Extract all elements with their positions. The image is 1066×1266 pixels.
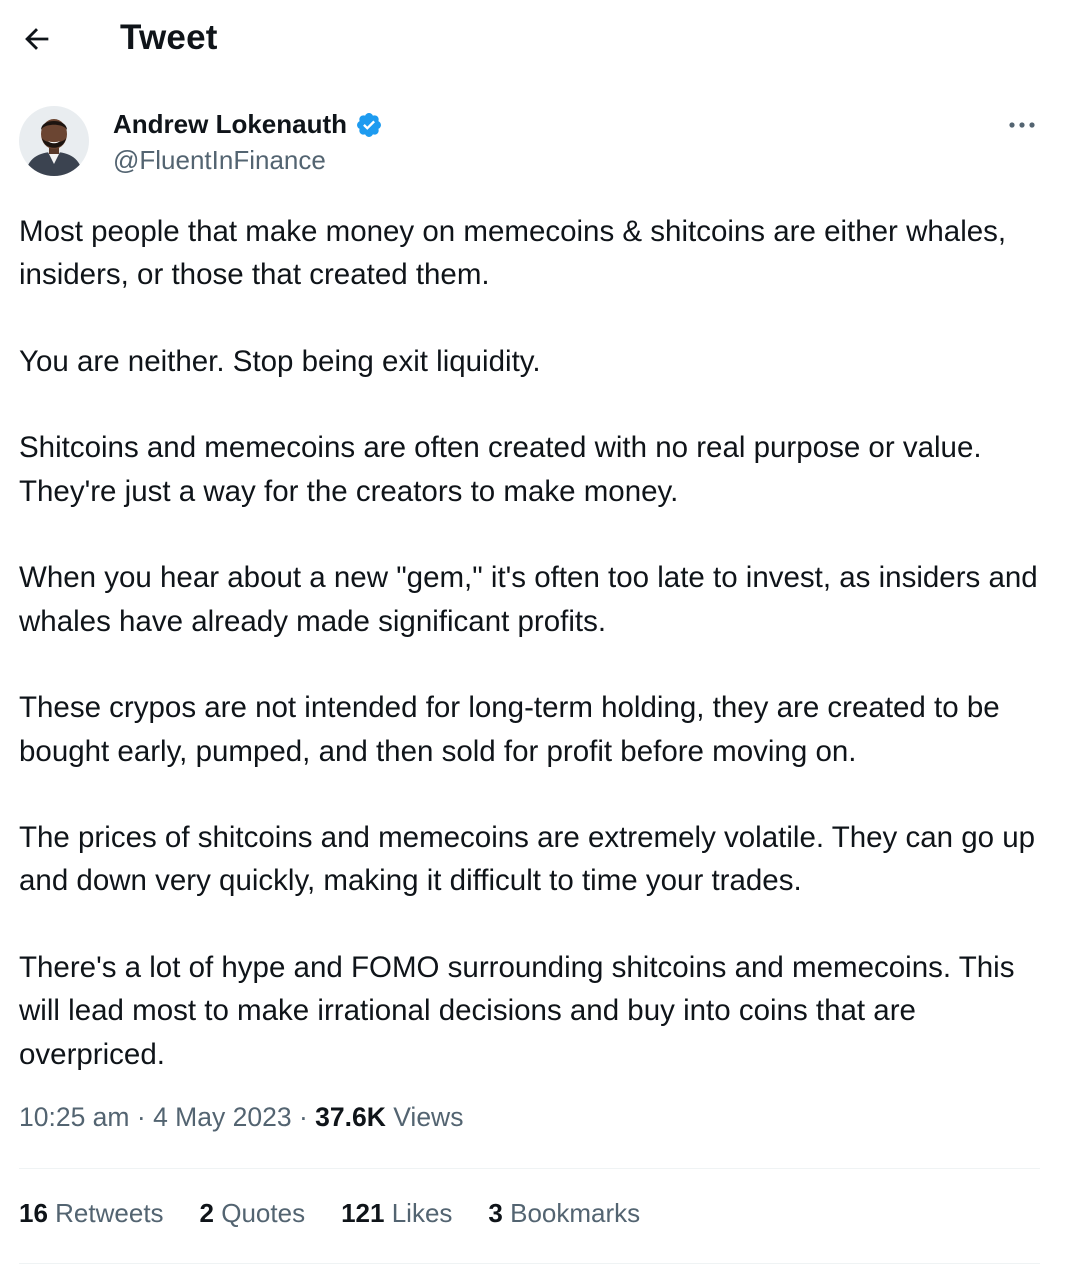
retweets-label: Retweets [55,1198,164,1228]
more-options-button[interactable] [1000,110,1044,140]
bookmarks-label: Bookmarks [510,1198,641,1228]
tweet-paragraph: When you hear about a new "gem," it's of… [19,561,1038,638]
tweet-time[interactable]: 10:25 am [19,1102,130,1132]
author-avatar[interactable] [19,106,89,176]
quotes-stat[interactable]: 2 Quotes [200,1198,306,1229]
tweet-paragraph: The prices of shitcoins and memecoins ar… [19,821,1036,898]
views-count: 37.6K [315,1102,386,1132]
meta-separator: · [136,1102,146,1132]
likes-count: 121 [341,1198,385,1228]
likes-label: Likes [391,1198,453,1228]
tweet-date[interactable]: 4 May 2023 [153,1102,291,1132]
tweet-meta: 10:25 am · 4 May 2023 · 37.6K Views [19,1102,463,1133]
author-handle[interactable]: @FluentInFinance [113,145,326,176]
top-header: Tweet [0,0,1066,80]
page-title: Tweet [120,18,218,57]
back-button[interactable] [20,22,54,56]
meta-separator: · [298,1102,308,1132]
views-label: Views [393,1102,464,1132]
tweet-paragraph: You are neither. Stop being exit liquidi… [19,344,541,378]
divider [19,1263,1040,1264]
avatar-image [19,106,89,176]
tweet-text: Most people that make money on memecoins… [19,210,1049,1076]
retweets-stat[interactable]: 16 Retweets [19,1198,164,1229]
divider [19,1168,1040,1169]
author-name-row: Andrew Lokenauth [113,109,383,140]
bookmarks-count: 3 [488,1198,503,1228]
tweet-paragraph: Most people that make money on memecoins… [19,215,1007,292]
bookmarks-stat[interactable]: 3 Bookmarks [488,1198,640,1229]
engagement-stats: 16 Retweets 2 Quotes 121 Likes 3 Bookmar… [19,1198,676,1229]
author-name[interactable]: Andrew Lokenauth [113,109,347,140]
tweet-paragraph: Shitcoins and memecoins are often create… [19,431,982,508]
tweet-paragraph: These crypos are not intended for long-t… [19,691,1000,768]
verified-badge-icon [355,111,383,139]
arrow-left-icon [25,28,49,50]
quotes-count: 2 [199,1198,215,1228]
retweets-count: 16 [19,1198,48,1228]
quotes-label: Quotes [221,1198,306,1228]
likes-stat[interactable]: 121 Likes [341,1198,452,1229]
tweet-paragraph: There's a lot of hype and FOMO surroundi… [19,951,1015,1071]
more-horizontal-icon [1009,122,1035,128]
